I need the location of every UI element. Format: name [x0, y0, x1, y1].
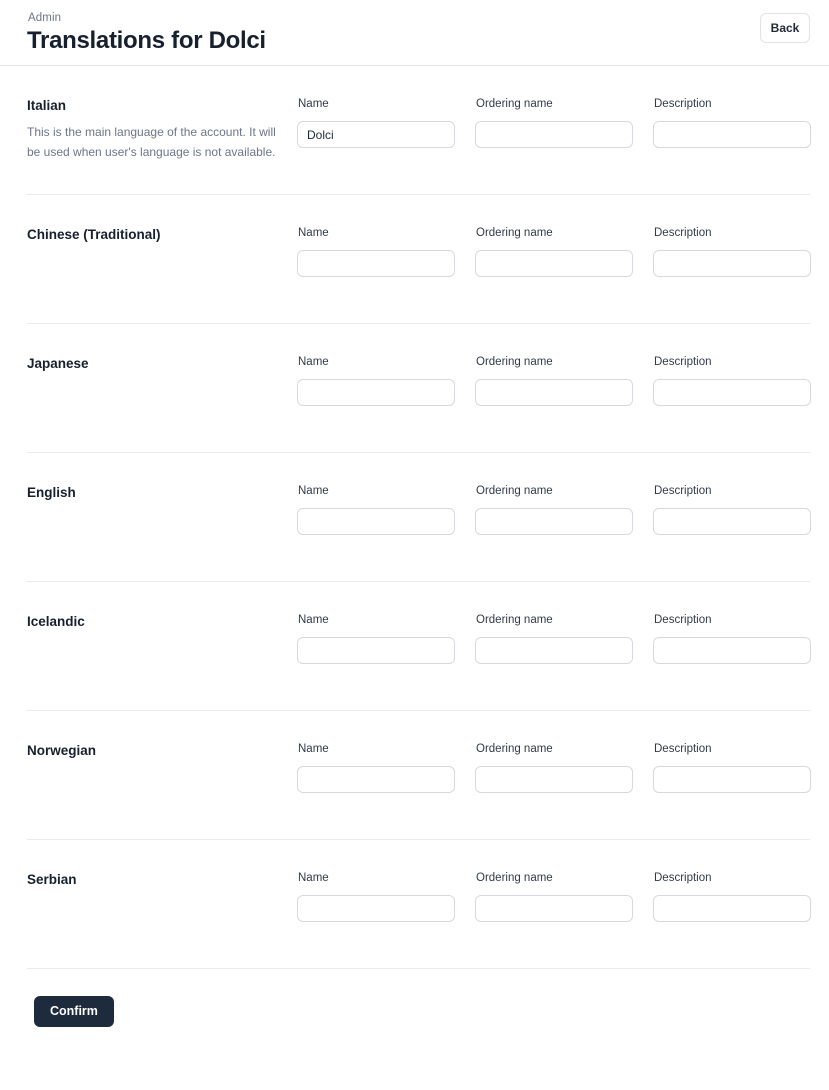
field-ordering-name: Ordering name [475, 871, 633, 922]
field-description: Description [653, 484, 811, 535]
ordering-name-label: Ordering name [476, 98, 553, 110]
description-label: Description [654, 356, 712, 368]
ordering-name-input[interactable] [475, 637, 633, 664]
ordering-name-input[interactable] [475, 379, 633, 406]
description-label: Description [654, 743, 712, 755]
field-group: Name Ordering name Description [297, 354, 811, 406]
ordering-name-label: Ordering name [476, 485, 553, 497]
name-label: Name [298, 614, 329, 626]
language-info: Icelandic [27, 612, 297, 631]
field-group: Name Ordering name Description [297, 612, 811, 664]
field-ordering-name: Ordering name [475, 355, 633, 406]
language-row: Japanese Name Ordering name Description [27, 324, 811, 453]
name-input[interactable] [297, 637, 455, 664]
field-ordering-name: Ordering name [475, 613, 633, 664]
field-group: Name Ordering name Description [297, 96, 811, 148]
field-group: Name Ordering name Description [297, 225, 811, 277]
field-name: Name [297, 97, 455, 148]
language-info: Japanese [27, 354, 297, 373]
name-label: Name [298, 356, 329, 368]
page-header: Admin Translations for Dolci Back [0, 0, 829, 66]
language-info: Serbian [27, 870, 297, 889]
description-input[interactable] [653, 121, 811, 148]
name-label: Name [298, 98, 329, 110]
description-input[interactable] [653, 766, 811, 793]
language-info: Italian This is the main language of the … [27, 96, 297, 162]
description-label: Description [654, 872, 712, 884]
field-group: Name Ordering name Description [297, 741, 811, 793]
description-label: Description [654, 227, 712, 239]
ordering-name-label: Ordering name [476, 227, 553, 239]
field-name: Name [297, 742, 455, 793]
page-title: Translations for Dolci [27, 27, 266, 54]
language-description: This is the main language of the account… [27, 125, 276, 159]
field-name: Name [297, 484, 455, 535]
field-name: Name [297, 355, 455, 406]
back-button[interactable]: Back [760, 13, 810, 43]
description-label: Description [654, 485, 712, 497]
field-description: Description [653, 97, 811, 148]
name-input[interactable] [297, 508, 455, 535]
field-description: Description [653, 226, 811, 277]
language-info: Chinese (Traditional) [27, 225, 297, 244]
field-ordering-name: Ordering name [475, 484, 633, 535]
confirm-button[interactable]: Confirm [34, 996, 114, 1027]
field-name: Name [297, 871, 455, 922]
name-label: Name [298, 485, 329, 497]
language-name: Italian [27, 98, 67, 113]
ordering-name-input[interactable] [475, 895, 633, 922]
ordering-name-input[interactable] [475, 508, 633, 535]
name-label: Name [298, 743, 329, 755]
name-label: Name [298, 872, 329, 884]
language-row: English Name Ordering name Description [27, 453, 811, 582]
description-label: Description [654, 98, 712, 110]
language-row: Chinese (Traditional) Name Ordering name De… [27, 195, 811, 324]
language-name: English [27, 485, 76, 500]
ordering-name-label: Ordering name [476, 356, 553, 368]
field-description: Description [653, 613, 811, 664]
language-row: Italian This is the main language of the … [27, 66, 811, 195]
breadcrumb: Admin [28, 12, 62, 24]
language-row: Norwegian Name Ordering name Description [27, 711, 811, 840]
name-input[interactable] [297, 250, 455, 277]
field-group: Name Ordering name Description [297, 870, 811, 922]
field-ordering-name: Ordering name [475, 97, 633, 148]
language-name: Chinese (Traditional) [27, 227, 161, 242]
name-input[interactable] [297, 121, 455, 148]
language-name: Japanese [27, 356, 89, 371]
field-description: Description [653, 742, 811, 793]
ordering-name-input[interactable] [475, 121, 633, 148]
field-name: Name [297, 613, 455, 664]
ordering-name-label: Ordering name [476, 743, 553, 755]
description-input[interactable] [653, 250, 811, 277]
description-input[interactable] [653, 379, 811, 406]
ordering-name-label: Ordering name [476, 614, 553, 626]
ordering-name-input[interactable] [475, 250, 633, 277]
language-name: Icelandic [27, 614, 85, 629]
language-info: English [27, 483, 297, 502]
field-description: Description [653, 871, 811, 922]
description-input[interactable] [653, 508, 811, 535]
field-ordering-name: Ordering name [475, 226, 633, 277]
description-input[interactable] [653, 637, 811, 664]
name-input[interactable] [297, 379, 455, 406]
description-label: Description [654, 614, 712, 626]
name-input[interactable] [297, 895, 455, 922]
field-description: Description [653, 355, 811, 406]
ordering-name-input[interactable] [475, 766, 633, 793]
name-label: Name [298, 227, 329, 239]
language-row: Icelandic Name Ordering name Description [27, 582, 811, 711]
field-ordering-name: Ordering name [475, 742, 633, 793]
language-name: Norwegian [27, 743, 97, 758]
description-input[interactable] [653, 895, 811, 922]
language-row: Serbian Name Ordering name Description [27, 840, 811, 969]
field-group: Name Ordering name Description [297, 483, 811, 535]
translation-rows: Italian This is the main language of the … [0, 66, 829, 969]
language-info: Norwegian [27, 741, 297, 760]
ordering-name-label: Ordering name [476, 872, 553, 884]
form-footer: Confirm [0, 969, 829, 1027]
name-input[interactable] [297, 766, 455, 793]
language-name: Serbian [27, 872, 77, 887]
field-name: Name [297, 226, 455, 277]
